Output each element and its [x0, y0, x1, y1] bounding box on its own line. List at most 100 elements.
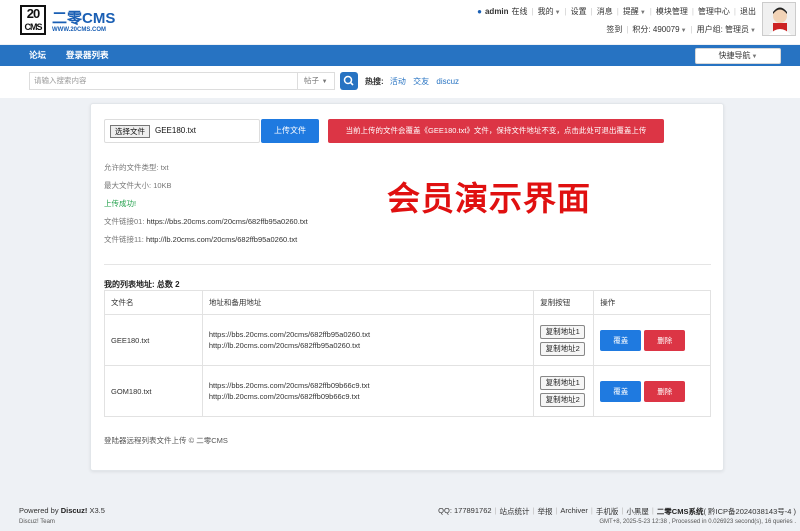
overwrite-button[interactable]: 覆盖 [600, 380, 642, 402]
user-icon: ● [477, 7, 482, 16]
backup-address: http://lb.20cms.com/20cms/682ffb09b66c9.… [208, 392, 360, 401]
settings-link[interactable]: 设置 [571, 6, 587, 17]
icp-link[interactable]: ( 黔ICP备2024038143号-4 ) [703, 506, 796, 517]
copy-cell: 复制地址1 复制地址2 [533, 365, 595, 417]
separator: | [590, 506, 593, 515]
separator: | [555, 506, 558, 515]
delete-button[interactable]: 删除 [644, 329, 686, 351]
primary-address: https://bbs.20cms.com/20cms/682ffb09b66c… [208, 381, 370, 390]
tab-forum[interactable]: 论坛 [29, 45, 46, 66]
table-header-row: 文件名 地址和备用地址 复制按钮 操作 [104, 290, 711, 315]
search-button[interactable] [340, 72, 358, 90]
site-logo[interactable]: 20 CMS 二零CMS WWW.20CMS.COM [20, 5, 120, 37]
hot-word-link[interactable]: 活动 [390, 77, 406, 86]
address-cell: https://bbs.20cms.com/20cms/682ffb95a026… [201, 314, 535, 366]
manage-center-link[interactable]: 管理中心 [698, 6, 730, 17]
hot-search: 热搜: 活动 交友 discuz [365, 76, 464, 87]
top-header: 20 CMS 二零CMS WWW.20CMS.COM ● admin 在线 | … [0, 0, 800, 44]
chevron-down-icon: ▼ [554, 10, 561, 16]
search-icon [343, 75, 354, 86]
footer-link[interactable]: 手机版 [596, 506, 619, 517]
copy-cell: 复制地址1 复制地址2 [533, 314, 595, 366]
file-input[interactable]: 选择文件 GEE180.txt [104, 119, 260, 143]
powered-by: Powered by Discuz! X3.5 [19, 506, 105, 515]
page-footer: Powered by Discuz! X3.5 Discuz! Team QQ:… [0, 496, 800, 531]
separator: | [649, 7, 652, 16]
card-footer: 登陆器远程列表文件上传 © 二零CMS [104, 436, 228, 445]
exit-overwrite-button[interactable]: 当前上传的文件会覆盖《GEE180.txt》文件，保持文件地址不变，点击此处可退… [328, 119, 664, 143]
separator: | [590, 7, 593, 16]
quick-nav-button[interactable]: 快捷导航▼ [695, 48, 781, 64]
list-title: 我的列表地址: 总数 2 [104, 280, 180, 289]
selected-file-name: GEE180.txt [155, 126, 196, 135]
mine-menu[interactable]: 我的▼ [538, 6, 561, 17]
avatar-icon [763, 3, 795, 35]
avatar[interactable] [762, 2, 796, 36]
allowed-types: 允许的文件类型: txt [104, 163, 169, 172]
site-name-link[interactable]: 二零CMS系统 [657, 506, 704, 517]
online-status: 在线 [511, 7, 528, 16]
column-header: 复制按钮 [533, 290, 595, 315]
logo-url: WWW.20CMS.COM [52, 27, 106, 33]
separator: | [531, 7, 534, 16]
reminders-menu[interactable]: 提醒▼ [623, 6, 646, 17]
separator: | [621, 506, 624, 515]
overwrite-button[interactable]: 覆盖 [600, 329, 642, 351]
upload-button[interactable]: 上传文件 [261, 119, 319, 143]
search-input[interactable]: 请输入搜索内容 [29, 72, 297, 90]
footer-link[interactable]: 小黑屋 [626, 506, 649, 517]
copy-address-2-button[interactable]: 复制地址2 [540, 341, 586, 356]
messages-link[interactable]: 消息 [597, 6, 613, 17]
module-manage-link[interactable]: 模块管理 [656, 6, 688, 17]
chevron-down-icon: ▼ [320, 79, 328, 85]
footer-links: QQ: 177891762 | 站点统计 | 举报 | Archiver | 手… [438, 506, 796, 517]
action-cell: 覆盖 删除 [593, 314, 711, 366]
logout-link[interactable]: 退出 [740, 6, 756, 17]
user-stats: 签到 | 积分: 490079▼ | 用户组: 管理员▼ [606, 24, 756, 35]
file-link-1-url[interactable]: https://bbs.20cms.com/20cms/682ffb95a026… [147, 217, 308, 226]
separator: | [626, 25, 629, 34]
username-link[interactable]: admin [485, 7, 509, 16]
demo-watermark: 会员演示界面 [387, 180, 591, 217]
team-credit: Discuz! Team [19, 519, 55, 525]
discuz-link[interactable]: Discuz! [61, 506, 88, 515]
hot-word-link[interactable]: discuz [436, 77, 459, 86]
footer-link[interactable]: 站点统计 [500, 506, 530, 517]
footer-link[interactable]: Archiver [560, 506, 588, 517]
max-size: 最大文件大小: 10KB [104, 181, 172, 190]
upload-card: 选择文件 GEE180.txt 上传文件 当前上传的文件会覆盖《GEE180.t… [90, 103, 724, 471]
separator: | [616, 7, 619, 16]
file-link-2-url[interactable]: http://lb.20cms.com/20cms/682ffb95a0260.… [146, 235, 297, 244]
column-header: 地址和备用地址 [201, 290, 535, 315]
footer-link[interactable]: 举报 [537, 506, 552, 517]
copy-address-2-button[interactable]: 复制地址2 [540, 392, 586, 407]
column-header: 文件名 [104, 290, 203, 315]
choose-file-button[interactable]: 选择文件 [110, 125, 150, 138]
table-row: GOM180.txt https://bbs.20cms.com/20cms/6… [104, 365, 711, 417]
logo-mark: 20 CMS [20, 5, 46, 35]
search-bar: 请输入搜索内容 帖子 ▼ 热搜: 活动 交友 discuz [0, 66, 800, 98]
tab-launcher-list[interactable]: 登录器列表 [66, 45, 109, 66]
chevron-down-icon: ▼ [751, 54, 758, 60]
copy-address-1-button[interactable]: 复制地址1 [540, 375, 586, 390]
separator: | [532, 506, 535, 515]
copy-address-1-button[interactable]: 复制地址1 [540, 324, 586, 339]
points-menu[interactable]: 积分: 490079▼ [632, 24, 686, 35]
upload-success-message: 上传成功! [104, 199, 137, 208]
chevron-down-icon: ▼ [639, 10, 646, 16]
signin-link[interactable]: 签到 [606, 24, 622, 35]
user-group-menu[interactable]: 用户组: 管理员▼ [697, 24, 756, 35]
separator: | [494, 506, 497, 515]
hot-word-link[interactable]: 交友 [413, 77, 429, 86]
table-row: GEE180.txt https://bbs.20cms.com/20cms/6… [104, 314, 711, 366]
separator: | [691, 7, 694, 16]
user-nav: ● admin 在线 | 我的▼ | 设置 | 消息 | 提醒▼ | 模块管理 … [477, 6, 756, 17]
chevron-down-icon: ▼ [750, 28, 756, 34]
delete-button[interactable]: 删除 [644, 380, 686, 402]
logo-name: 二零CMS [52, 10, 116, 27]
action-cell: 覆盖 删除 [593, 365, 711, 417]
separator: | [690, 25, 693, 34]
search-type-select[interactable]: 帖子 ▼ [297, 72, 335, 90]
separator: | [564, 7, 567, 16]
address-cell: https://bbs.20cms.com/20cms/682ffb09b66c… [201, 365, 535, 417]
